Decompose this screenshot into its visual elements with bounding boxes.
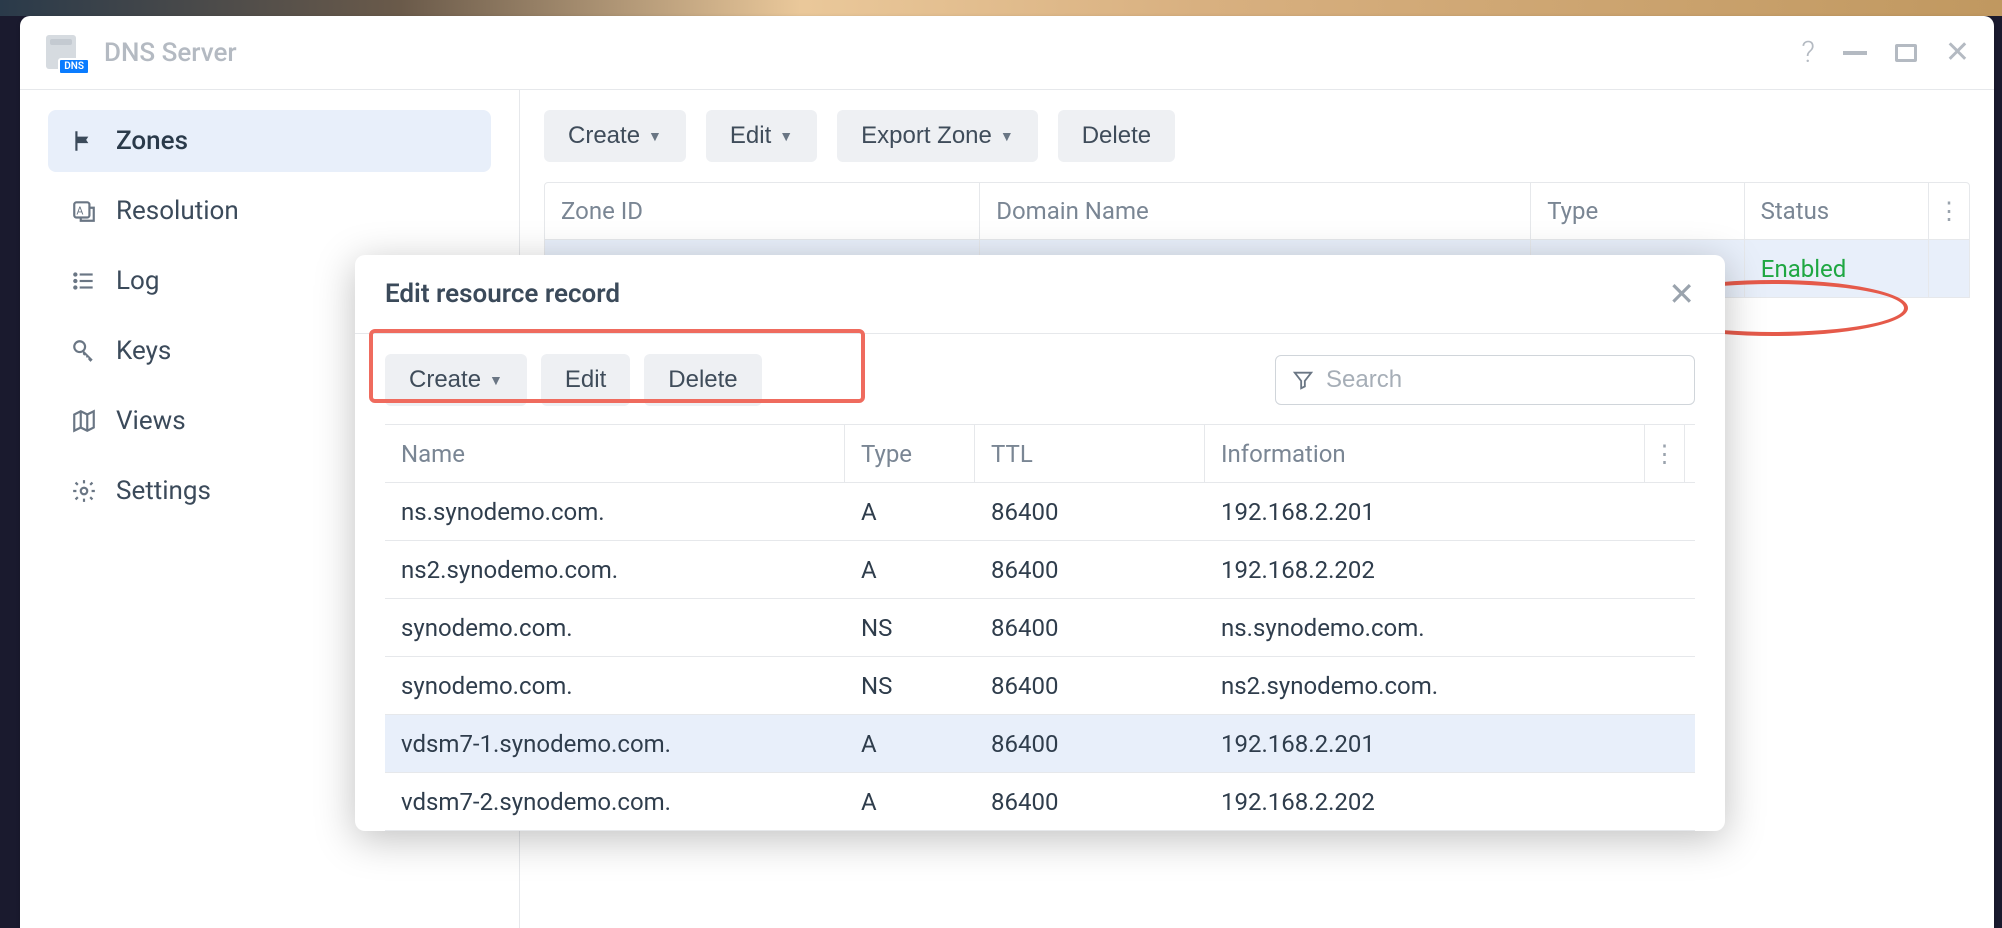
dialog-title: Edit resource record	[385, 279, 620, 309]
cell-record-info: ns2.synodemo.com.	[1205, 657, 1645, 714]
cell-record-ttl: 86400	[975, 599, 1205, 656]
button-label: Edit	[730, 122, 771, 150]
cell-record-ttl: 86400	[975, 657, 1205, 714]
cell-record-type: A	[845, 541, 975, 598]
edit-record-button[interactable]: Edit	[541, 354, 630, 406]
cell-record-type: A	[845, 483, 975, 540]
cell-record-type: A	[845, 715, 975, 772]
cell-record-name: vdsm7-1.synodemo.com.	[385, 715, 845, 772]
list-icon	[70, 267, 98, 295]
chevron-down-icon: ▼	[648, 128, 662, 144]
row-options-icon[interactable]	[1929, 240, 1969, 297]
help-icon[interactable]: ?	[1801, 35, 1815, 70]
column-options-icon[interactable]: ⋮	[1645, 425, 1685, 482]
cell-record-ttl: 86400	[975, 483, 1205, 540]
dialog-close-icon[interactable]: ✕	[1668, 275, 1695, 313]
search-box[interactable]	[1275, 355, 1695, 405]
sidebar-item-label: Resolution	[116, 196, 239, 226]
column-header-type[interactable]: Type	[845, 425, 975, 482]
records-table-header: Name Type TTL Information ⋮	[385, 425, 1695, 483]
sidebar-item-resolution[interactable]: A Resolution	[48, 180, 491, 242]
cell-record-ttl: 86400	[975, 773, 1205, 830]
column-options-icon[interactable]: ⋮	[1929, 183, 1969, 239]
map-icon	[70, 407, 98, 435]
svg-text:A: A	[76, 204, 83, 217]
record-row[interactable]: ns.synodemo.com.A86400192.168.2.201	[385, 483, 1695, 541]
record-row[interactable]: synodemo.com.NS86400ns.synodemo.com.	[385, 599, 1695, 657]
cell-record-name: synodemo.com.	[385, 657, 845, 714]
cell-status: Enabled	[1745, 240, 1929, 297]
column-header-information[interactable]: Information	[1205, 425, 1645, 482]
cell-record-type: A	[845, 773, 975, 830]
button-label: Edit	[565, 366, 606, 394]
cell-record-name: ns2.synodemo.com.	[385, 541, 845, 598]
cell-record-ttl: 86400	[975, 541, 1205, 598]
zones-table-header: Zone ID Domain Name Type Status ⋮	[544, 182, 1970, 240]
edit-zone-button[interactable]: Edit ▼	[706, 110, 817, 162]
filter-icon	[1292, 369, 1314, 391]
cell-record-info: 192.168.2.202	[1205, 541, 1645, 598]
column-header-zone-id[interactable]: Zone ID	[545, 183, 980, 239]
cell-record-type: NS	[845, 657, 975, 714]
chevron-down-icon: ▼	[779, 128, 793, 144]
record-row[interactable]: synodemo.com.NS86400ns2.synodemo.com.	[385, 657, 1695, 715]
button-label: Delete	[668, 366, 737, 394]
chevron-down-icon: ▼	[489, 372, 503, 388]
cell-record-ttl: 86400	[975, 715, 1205, 772]
close-icon[interactable]: ✕	[1945, 38, 1970, 68]
app-title: DNS Server	[104, 38, 237, 68]
cell-record-info: 192.168.2.202	[1205, 773, 1645, 830]
button-label: Export Zone	[861, 122, 992, 150]
column-header-name[interactable]: Name	[385, 425, 845, 482]
record-row[interactable]: vdsm7-2.synodemo.com.A86400192.168.2.202	[385, 773, 1695, 831]
app-logo-icon: DNS	[44, 33, 88, 73]
create-record-button[interactable]: Create ▼	[385, 354, 527, 406]
sidebar-item-label: Settings	[116, 476, 211, 506]
export-zone-button[interactable]: Export Zone ▼	[837, 110, 1038, 162]
cell-record-name: synodemo.com.	[385, 599, 845, 656]
window-titlebar: DNS DNS Server ? ✕	[20, 16, 1994, 90]
cell-record-info: ns.synodemo.com.	[1205, 599, 1645, 656]
flag-icon	[70, 127, 98, 155]
minimize-icon[interactable]	[1843, 51, 1867, 55]
resolution-icon: A	[70, 197, 98, 225]
cell-record-info: 192.168.2.201	[1205, 715, 1645, 772]
button-label: Delete	[1082, 122, 1151, 150]
cell-record-type: NS	[845, 599, 975, 656]
sidebar-item-label: Log	[116, 266, 159, 296]
record-row[interactable]: ns2.synodemo.com.A86400192.168.2.202	[385, 541, 1695, 599]
maximize-icon[interactable]	[1895, 44, 1917, 62]
button-label: Create	[568, 122, 640, 150]
cell-record-name: vdsm7-2.synodemo.com.	[385, 773, 845, 830]
gear-icon	[70, 477, 98, 505]
delete-record-button[interactable]: Delete	[644, 354, 761, 406]
sidebar-item-label: Views	[116, 406, 186, 436]
cell-record-name: ns.synodemo.com.	[385, 483, 845, 540]
column-header-type[interactable]: Type	[1531, 183, 1744, 239]
cell-record-info: 192.168.2.201	[1205, 483, 1645, 540]
records-table: Name Type TTL Information ⋮ ns.synodemo.…	[385, 424, 1695, 831]
edit-resource-record-dialog: Edit resource record ✕ Create ▼ Edit Del…	[355, 255, 1725, 831]
sidebar-item-zones[interactable]: Zones	[48, 110, 491, 172]
button-label: Create	[409, 366, 481, 394]
chevron-down-icon: ▼	[1000, 128, 1014, 144]
zones-toolbar: Create ▼ Edit ▼ Export Zone ▼ Delete	[544, 110, 1970, 162]
delete-zone-button[interactable]: Delete	[1058, 110, 1175, 162]
search-input[interactable]	[1326, 366, 1678, 394]
sidebar-item-label: Keys	[116, 336, 171, 366]
column-header-domain-name[interactable]: Domain Name	[980, 183, 1531, 239]
column-header-status[interactable]: Status	[1745, 183, 1929, 239]
records-toolbar: Create ▼ Edit Delete	[385, 354, 762, 406]
column-header-ttl[interactable]: TTL	[975, 425, 1205, 482]
record-row[interactable]: vdsm7-1.synodemo.com.A86400192.168.2.201	[385, 715, 1695, 773]
key-icon	[70, 337, 98, 365]
sidebar-item-label: Zones	[116, 126, 188, 156]
create-zone-button[interactable]: Create ▼	[544, 110, 686, 162]
